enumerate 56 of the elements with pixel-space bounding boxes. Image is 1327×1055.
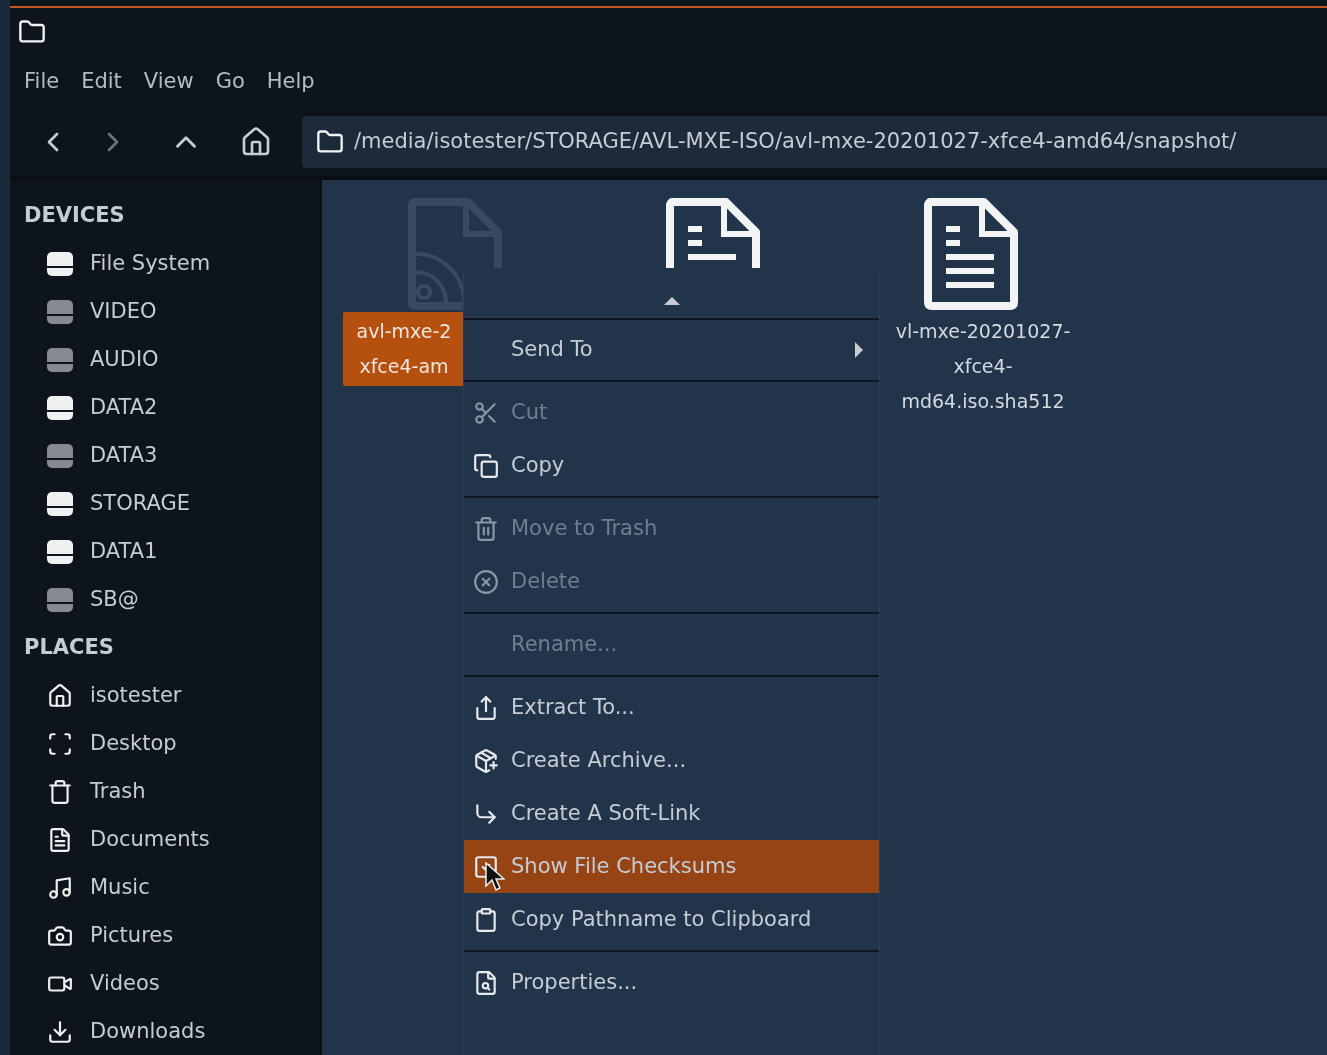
context-menu-item[interactable]: Copy [464, 439, 879, 492]
sidebar-item[interactable]: Trash [10, 768, 320, 816]
sidebar-item[interactable]: SB@ [10, 576, 320, 624]
sidebar-item[interactable]: DATA1 [10, 528, 320, 576]
document-file-icon [922, 198, 1020, 310]
context-menu-item[interactable]: Create Archive... [464, 734, 879, 787]
menu-item[interactable]: Edit [71, 66, 132, 98]
copy-icon [473, 452, 499, 479]
location-bar[interactable]: /media/isotester/STORAGE/AVL-MXE-ISO/avl-mxe-20201027-xfce4-amd64/snapshot/ [302, 116, 1327, 168]
sidebar-item[interactable]: File System [10, 240, 320, 288]
menu-item[interactable]: Go [205, 66, 255, 98]
sidebar-item[interactable]: isotester [10, 672, 320, 720]
sidebar-heading: DEVICES [23, 202, 126, 230]
sidebar-item[interactable]: VIDEO [10, 288, 320, 336]
sidebar-item[interactable]: DATA2 [10, 384, 320, 432]
sidebar-item[interactable]: AUDIO [10, 336, 320, 384]
scroll-up-icon[interactable] [663, 296, 680, 305]
file-name[interactable]: avl-mxe-2 xfce4-am [343, 312, 465, 386]
home-icon [47, 683, 73, 709]
sidebar-item[interactable]: Videos [10, 960, 320, 1008]
sidebar-item[interactable]: Pictures [10, 912, 320, 960]
menu-item[interactable]: File [14, 66, 70, 98]
downloads-folder-icon [47, 1019, 73, 1045]
context-menu-item[interactable]: Show File Checksums [464, 840, 879, 893]
documents-folder-icon [47, 827, 73, 853]
sidebar-item[interactable]: Documents [10, 816, 320, 864]
clipboard-icon [473, 906, 499, 933]
menu-item[interactable]: View [133, 66, 204, 98]
sidebar-item[interactable]: Music [10, 864, 320, 912]
sidebar-item[interactable]: STORAGE [10, 480, 320, 528]
mouse-pointer-icon [485, 862, 505, 892]
file-name[interactable]: vl-mxe-20201027- xfce4- md64.iso.sha512 [895, 312, 1071, 421]
context-menu-item[interactable]: Copy Pathname to Clipboard [464, 893, 879, 946]
extract-icon [473, 694, 499, 721]
sidebar-item[interactable]: Downloads [10, 1008, 320, 1055]
delete-icon [473, 568, 499, 595]
sidebar-heading: PLACES [23, 634, 115, 662]
context-menu-item[interactable]: Send To [464, 320, 879, 380]
context-menu-item[interactable]: Create A Soft-Link [464, 787, 879, 840]
pictures-folder-icon [47, 923, 73, 949]
location-path: /media/isotester/STORAGE/AVL-MXE-ISO/avl-mxe-20201027-xfce4-amd64/snapshot/ [354, 128, 1237, 156]
menu-item[interactable]: Help [256, 66, 325, 98]
context-menu-item[interactable]: Properties... [464, 956, 879, 1009]
home-icon [240, 126, 272, 158]
music-folder-icon [47, 875, 73, 901]
window-folder-icon [18, 18, 46, 46]
desktop-icon [47, 731, 73, 757]
trash-icon [47, 779, 73, 805]
sidebar-item[interactable]: DATA3 [10, 432, 320, 480]
scissors-icon [473, 399, 499, 426]
properties-icon [473, 969, 499, 996]
trash-icon [473, 515, 499, 542]
archive-icon [473, 747, 499, 774]
folder-icon [316, 128, 344, 156]
context-menu-item[interactable]: Extract To... [464, 681, 879, 734]
sidebar-item[interactable]: Desktop [10, 720, 320, 768]
